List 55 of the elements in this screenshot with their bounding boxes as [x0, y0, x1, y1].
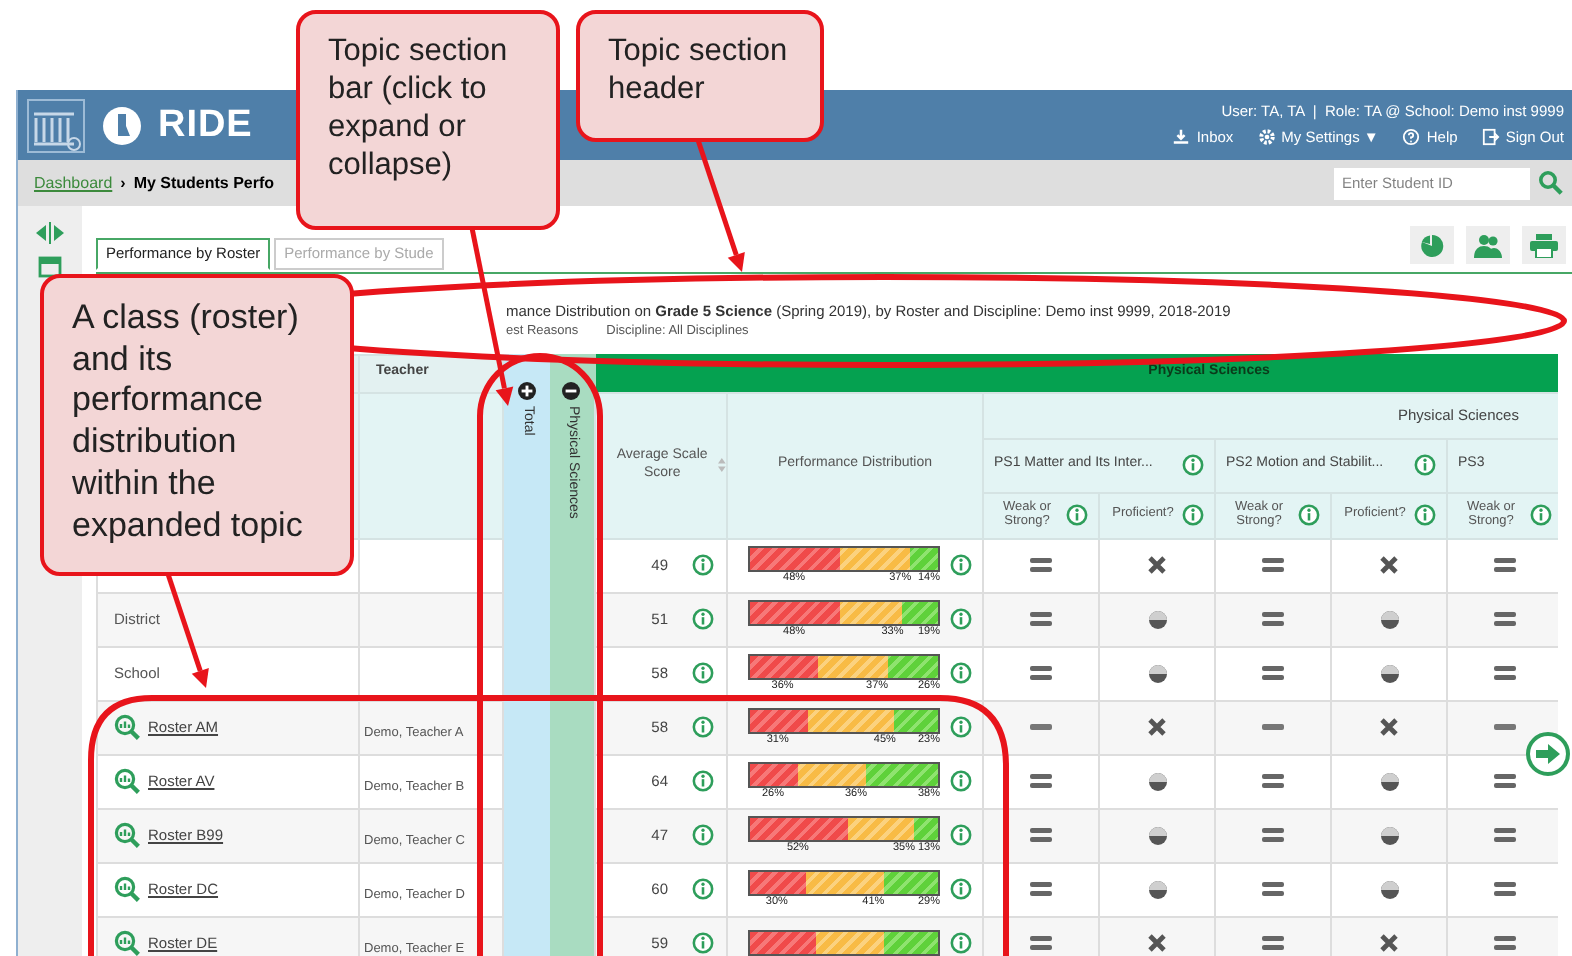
- info-icon[interactable]: [1181, 504, 1203, 526]
- annotation-arrow: [165, 573, 209, 688]
- calendar-icon[interactable]: [38, 254, 62, 278]
- info-icon[interactable]: [692, 716, 714, 738]
- breadcrumb-current: My Students Perfo: [133, 171, 275, 195]
- info-icon[interactable]: [1414, 454, 1436, 476]
- roster-magnifier-icon[interactable]: [114, 768, 140, 794]
- breadcrumb-separator: ›: [120, 171, 126, 195]
- info-icon[interactable]: [692, 878, 714, 900]
- info-icon[interactable]: [1413, 504, 1435, 526]
- callout-box: Topic section bar (click to expand or collapse): [296, 10, 560, 230]
- roster-magnifier-icon[interactable]: [114, 822, 140, 848]
- collapse-icon[interactable]: [562, 382, 581, 400]
- info-icon[interactable]: [950, 608, 972, 630]
- people-button[interactable]: [1466, 226, 1510, 264]
- info-icon[interactable]: [1529, 504, 1552, 526]
- info-icon[interactable]: [950, 662, 972, 684]
- state-logo-icon: [102, 105, 142, 145]
- breadcrumb-link[interactable]: Dashboard: [34, 171, 113, 195]
- help-icon: [1402, 128, 1421, 147]
- callout-box: Topic section header: [576, 10, 824, 142]
- info-icon[interactable]: [692, 824, 714, 846]
- info-icon[interactable]: [1065, 504, 1087, 526]
- info-icon[interactable]: [692, 932, 714, 954]
- info-icon[interactable]: [1182, 454, 1204, 476]
- search-icon[interactable]: [1538, 170, 1564, 196]
- printer-icon: [1530, 233, 1558, 257]
- roster-magnifier-icon[interactable]: [114, 930, 140, 956]
- chart-button[interactable]: [1410, 226, 1454, 264]
- callout-box: A class (roster) and its performance distribution within the expanded topic: [40, 274, 354, 576]
- roster-magnifier-icon[interactable]: [114, 714, 140, 740]
- pie-chart-icon: [1420, 233, 1444, 257]
- arrow-right-icon: [1536, 744, 1560, 764]
- info-icon[interactable]: [950, 554, 972, 576]
- info-icon[interactable]: [1297, 504, 1319, 526]
- info-icon[interactable]: [692, 608, 714, 630]
- info-icon[interactable]: [950, 878, 972, 900]
- download-icon: [1172, 128, 1191, 147]
- sign-out-icon: [1481, 128, 1500, 147]
- info-icon[interactable]: [950, 824, 972, 846]
- info-icon[interactable]: [950, 716, 972, 738]
- print-button[interactable]: [1522, 226, 1566, 264]
- building-logo-icon: [26, 97, 86, 153]
- info-icon[interactable]: [692, 554, 714, 576]
- expand-icon[interactable]: [517, 382, 536, 400]
- roster-magnifier-icon[interactable]: [114, 876, 140, 902]
- logo-text: RIDE: [158, 106, 253, 144]
- info-icon[interactable]: [950, 770, 972, 792]
- settings-icon: [1257, 128, 1276, 147]
- info-icon[interactable]: [950, 932, 972, 954]
- info-icon[interactable]: [692, 662, 714, 684]
- expand-arrows-icon[interactable]: [36, 222, 64, 244]
- people-icon: [1474, 233, 1502, 257]
- annotation-arrow: [695, 139, 745, 272]
- info-icon[interactable]: [692, 770, 714, 792]
